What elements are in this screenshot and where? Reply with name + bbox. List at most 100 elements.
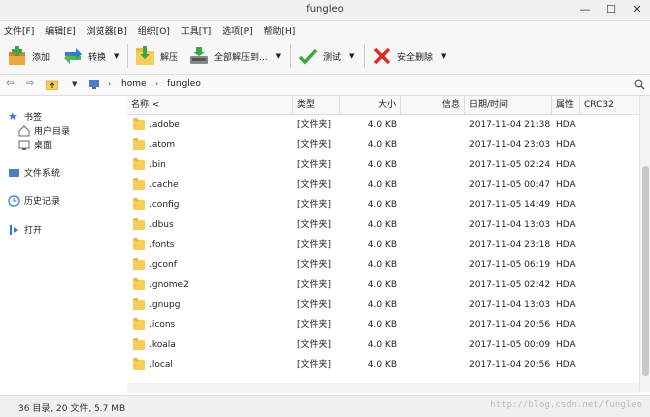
sidebar-item-label: 打开 [24,226,43,236]
sidebar-item-filesystem[interactable]: 文件系统 [8,166,60,179]
column-header-info[interactable]: 信息 [401,96,465,114]
menu-tools[interactable]: 工具[T] [177,21,216,37]
file-datetime: 2017-11-05 00:47:59 [469,180,551,190]
menu-options[interactable]: 选项[P] [218,21,256,37]
star-icon: ★ [8,109,18,123]
sidebar-item-open[interactable]: 打开 [8,223,42,236]
file-attr: HDA [556,120,576,130]
test-button[interactable]: 测试 ▼ [297,42,354,70]
sidebar-item-label: 文件系统 [24,169,61,179]
menu-browser[interactable]: 浏览器[B] [83,21,131,37]
file-name: .dbus [149,220,174,230]
file-type: [文件夹] [297,340,332,350]
table-row[interactable]: .gnome2 [文件夹] 4.0 KB 2017-11-05 02:42:17 HDA [127,275,639,295]
folder-icon [133,198,145,210]
menu-file[interactable]: 文件[F] [0,21,38,37]
column-header-crc32[interactable]: CRC32 [580,96,639,114]
folder-icon [133,278,145,290]
column-header-size[interactable]: 大小 [340,96,401,114]
convert-icon [64,48,82,64]
open-icon [10,224,18,235]
path-separator-icon: › [108,79,112,88]
menu-edit[interactable]: 编辑[E] [41,21,80,37]
file-size: 4.0 KB [367,160,397,170]
file-size: 4.0 KB [367,320,397,330]
watermark-text: http://blog.csdn.net/fungleo [490,400,642,410]
computer-icon[interactable] [88,79,100,90]
scrollbar-thumb[interactable] [642,166,649,376]
sidebar-item-desktop[interactable]: 桌面 [18,138,52,151]
extract-all-dropdown-icon[interactable]: ▼ [276,52,281,60]
menu-help[interactable]: 帮助[H] [259,21,299,37]
horizontal-scrollbar[interactable] [127,383,639,393]
sidebar-item-label: 桌面 [34,141,53,151]
maximize-button[interactable]: ☐ [600,2,622,18]
search-icon[interactable] [634,79,645,90]
add-button[interactable]: 添加 [6,42,50,70]
table-row[interactable]: .dbus [文件夹] 4.0 KB 2017-11-04 13:03:56 HDA [127,215,639,235]
file-size: 4.0 KB [367,140,397,150]
file-attr: HDA [556,320,576,330]
table-row[interactable]: .koala [文件夹] 4.0 KB 2017-11-05 00:09:43 HDA [127,335,639,355]
table-row[interactable]: .adobe [文件夹] 4.0 KB 2017-11-04 21:38:54 HDA [127,115,639,135]
file-size: 4.0 KB [367,200,397,210]
file-datetime: 2017-11-04 20:56:59 [469,360,551,370]
test-dropdown-icon[interactable]: ▼ [349,52,354,60]
menu-organize[interactable]: 组织[O] [134,21,174,37]
file-name: .fonts [149,240,175,250]
add-archive-icon [9,46,25,65]
sidebar-item-label: 书签 [24,113,43,123]
file-datetime: 2017-11-04 13:03:56 [469,220,551,230]
file-type: [文件夹] [297,180,332,190]
column-header-datetime[interactable]: 日期/时间 [465,96,552,114]
vertical-scrollbar[interactable] [639,96,650,392]
table-row[interactable]: .gnupg [文件夹] 4.0 KB 2017-11-04 13:03:56 HDA [127,295,639,315]
sidebar-item-bookmarks[interactable]: ★ 书签 [8,110,42,123]
file-list-header: 名称 < 类型 大小 信息 日期/时间 属性 CRC32 [127,96,639,115]
convert-dropdown-icon[interactable]: ▼ [114,52,119,60]
file-size: 4.0 KB [367,120,397,130]
minimize-button[interactable]: — [574,2,596,18]
column-header-name[interactable]: 名称 < [127,96,293,114]
up-folder-icon[interactable] [46,79,58,90]
path-dropdown-icon[interactable]: ▼ [72,80,77,88]
convert-button[interactable]: 转换 ▼ [62,42,119,70]
breadcrumb-fungleo[interactable]: fungleo [167,79,201,89]
folder-icon [133,138,145,150]
column-header-attr[interactable]: 属性 [552,96,580,114]
back-icon[interactable]: ⇦ [6,78,14,89]
table-row[interactable]: .fonts [文件夹] 4.0 KB 2017-11-04 23:18:14 HDA [127,235,639,255]
sidebar-item-history[interactable]: 历史记录 [8,194,60,207]
extract-button[interactable]: 解压 [134,42,178,70]
table-row[interactable]: .bin [文件夹] 4.0 KB 2017-11-05 02:24:28 HDA [127,155,639,175]
folder-icon [133,358,145,370]
column-header-type[interactable]: 类型 [293,96,340,114]
secure-delete-button[interactable]: 安全删除 ▼ [371,42,446,70]
extract-icon [136,46,154,65]
table-row[interactable]: .icons [文件夹] 4.0 KB 2017-11-04 20:56:59 HDA [127,315,639,335]
close-button[interactable]: ✕ [626,2,648,18]
file-name: .config [149,200,180,210]
desktop-icon [18,140,30,150]
file-size: 4.0 KB [367,240,397,250]
sidebar-item-user-dir[interactable]: 用户目录 [18,124,70,137]
table-row[interactable]: .local [文件夹] 4.0 KB 2017-11-04 20:56:59 HDA [127,355,639,375]
window-title: fungleo [306,4,344,15]
file-type: [文件夹] [297,140,332,150]
status-text: 36 目录, 20 文件, 5.7 MB [18,404,126,414]
file-type: [文件夹] [297,280,332,290]
table-row[interactable]: .config [文件夹] 4.0 KB 2017-11-05 14:49:47 HDA [127,195,639,215]
drive-icon [9,168,19,177]
table-row[interactable]: .atom [文件夹] 4.0 KB 2017-11-04 23:03:00 HDA [127,135,639,155]
extract-all-label: 全部解压到... [214,52,268,63]
file-datetime: 2017-11-05 00:09:43 [469,340,551,350]
folder-icon [133,258,145,270]
extract-all-button[interactable]: 全部解压到... ▼ [188,42,281,70]
file-size: 4.0 KB [367,260,397,270]
table-row[interactable]: .cache [文件夹] 4.0 KB 2017-11-05 00:47:59 HDA [127,175,639,195]
breadcrumb-home[interactable]: home [121,79,147,89]
forward-icon[interactable]: ⇨ [26,78,34,89]
secure-delete-dropdown-icon[interactable]: ▼ [441,52,446,60]
file-name: .cache [149,180,179,190]
table-row[interactable]: .gconf [文件夹] 4.0 KB 2017-11-05 06:19:27 HDA [127,255,639,275]
